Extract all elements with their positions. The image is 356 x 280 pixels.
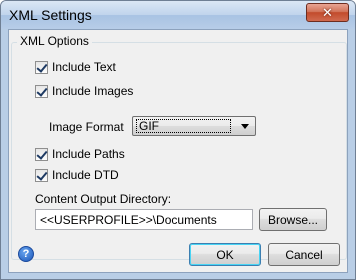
chevron-down-icon	[241, 124, 249, 129]
output-directory-label: Content Output Directory:	[35, 192, 172, 206]
include-dtd-option[interactable]: Include DTD	[35, 168, 119, 182]
dialog-body: XML Options Include Text Include Images …	[8, 29, 348, 273]
include-paths-checkbox[interactable]	[35, 147, 48, 161]
ok-button[interactable]: OK	[189, 243, 261, 266]
output-directory-input[interactable]: <<USERPROFILE>>\Documents	[35, 209, 253, 230]
xml-options-group: XML Options Include Text Include Images …	[11, 34, 347, 260]
include-paths-option[interactable]: Include Paths	[35, 147, 125, 161]
image-format-value: GIF	[136, 119, 231, 133]
close-button[interactable]: ✕	[306, 3, 349, 22]
help-icon[interactable]: ?	[18, 246, 34, 262]
include-paths-label: Include Paths	[52, 147, 125, 161]
include-images-label: Include Images	[52, 84, 134, 98]
image-format-label: Image Format	[49, 120, 124, 134]
include-text-label: Include Text	[52, 60, 116, 74]
group-label: XML Options	[17, 34, 92, 48]
close-icon: ✕	[322, 4, 333, 20]
image-format-select[interactable]: GIF	[132, 116, 256, 136]
include-dtd-label: Include DTD	[52, 168, 119, 182]
include-text-checkbox[interactable]	[35, 60, 48, 74]
include-dtd-checkbox[interactable]	[35, 168, 48, 182]
include-text-option[interactable]: Include Text	[35, 60, 116, 74]
xml-settings-dialog: XML Settings ✕ XML Options Include Text …	[0, 0, 356, 280]
title-bar[interactable]: XML Settings ✕	[1, 1, 355, 29]
window-title: XML Settings	[9, 7, 92, 23]
cancel-button[interactable]: Cancel	[268, 243, 340, 266]
include-images-checkbox[interactable]	[35, 84, 48, 98]
browse-button[interactable]: Browse...	[259, 208, 327, 231]
include-images-option[interactable]: Include Images	[35, 84, 133, 98]
